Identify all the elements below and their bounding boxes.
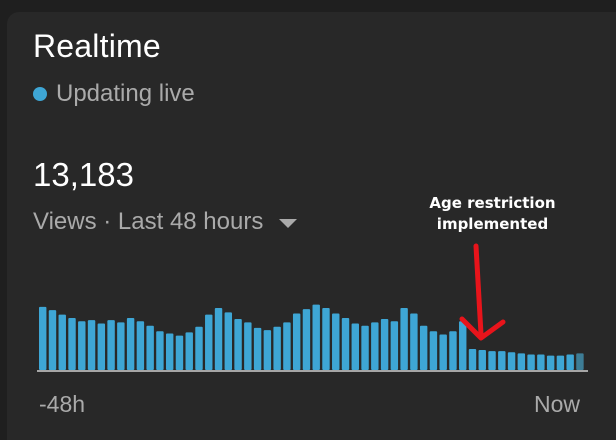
chart-bar — [253, 327, 262, 370]
chart-bar — [459, 321, 467, 370]
chart-bar — [556, 355, 565, 370]
x-axis-end-label: Now — [534, 391, 581, 417]
chart-bar — [507, 352, 516, 370]
chart-bar — [419, 325, 428, 370]
chart-bar — [156, 331, 164, 370]
chart-bar — [302, 309, 311, 370]
chart-bar — [332, 313, 340, 370]
chart-bar — [351, 323, 359, 370]
chart-bar — [146, 325, 154, 370]
chart-bar — [371, 322, 379, 370]
chart-bar — [341, 317, 350, 370]
chart-bar — [185, 332, 193, 370]
chart-bar — [126, 317, 135, 370]
chart-bar — [429, 331, 438, 370]
annotation-label: Age restriction implemented — [410, 193, 575, 235]
chart-bar — [468, 348, 477, 370]
annotation-line-2: implemented — [436, 215, 549, 233]
chart-bar — [517, 353, 526, 370]
chart-bar — [175, 335, 184, 370]
chart-bar — [478, 350, 486, 370]
chart-bar — [205, 314, 213, 370]
chart-bar — [488, 351, 496, 370]
chart-bar — [107, 320, 115, 370]
chart-bar — [273, 326, 281, 370]
chart-bar — [165, 333, 174, 370]
chart-bar — [48, 310, 57, 370]
chart-bar — [244, 322, 252, 370]
chart-bar — [390, 321, 399, 370]
chart-bar — [39, 306, 47, 370]
chart-bar — [78, 321, 86, 370]
chart-bar — [361, 325, 369, 370]
chart-bar — [117, 322, 125, 370]
chart-bar — [410, 313, 418, 370]
chart-bar — [546, 355, 555, 370]
chart-bar — [68, 317, 76, 370]
x-axis-start-label: -48h — [39, 391, 86, 417]
chart-bar — [576, 353, 584, 370]
chart-bar — [322, 307, 330, 370]
chart-bar — [234, 319, 242, 370]
chart-bar — [224, 312, 233, 370]
chart-bar — [400, 307, 408, 370]
chart-bar — [537, 354, 545, 370]
chart-bar — [195, 326, 203, 370]
chart-bar — [498, 351, 506, 370]
chart-bar — [312, 304, 320, 370]
chart-bar — [214, 307, 223, 370]
chart-bar — [380, 319, 389, 370]
chart-bar — [439, 334, 447, 370]
chart-bar — [449, 331, 457, 370]
chart-bar — [566, 354, 574, 370]
chart-bar — [292, 313, 301, 370]
chart-bar — [97, 323, 106, 370]
chart-bar — [263, 330, 272, 370]
annotation-line-1: Age restriction — [429, 194, 556, 212]
chart-bar — [87, 320, 96, 370]
chart-bar — [283, 322, 291, 370]
chart-bar — [58, 314, 66, 370]
chart-bar — [136, 321, 145, 370]
chart-bar — [527, 354, 535, 370]
